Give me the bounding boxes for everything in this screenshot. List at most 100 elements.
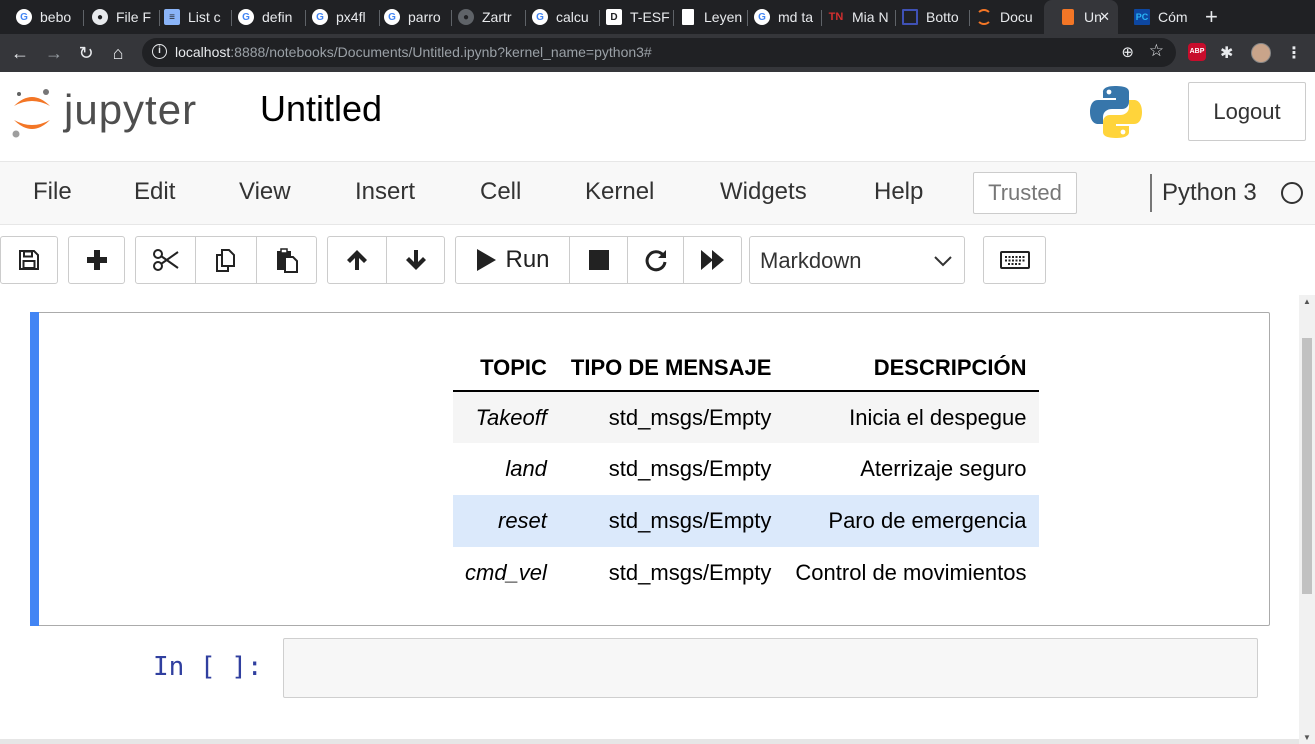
menu-widgets[interactable]: Widgets xyxy=(720,178,807,206)
notebook-name[interactable]: Untitled xyxy=(260,88,382,130)
browser-tab[interactable]: Docu xyxy=(960,0,1044,34)
chevron-down-icon xyxy=(934,256,952,267)
back-arrow-icon[interactable]: ← xyxy=(8,41,32,65)
kernel-idle-indicator-icon xyxy=(1281,182,1303,204)
github-icon: ● xyxy=(92,9,108,25)
zoom-icon[interactable]: ⊕ xyxy=(1121,43,1134,61)
home-icon[interactable]: ⌂ xyxy=(106,41,130,65)
table-cell: reset xyxy=(453,495,559,547)
notebook-container: TOPIC TIPO DE MENSAJE DESCRIPCIÓN Takeof… xyxy=(0,295,1299,744)
menu-view[interactable]: View xyxy=(239,178,291,206)
browser-tab[interactable]: TN Mia N xyxy=(812,0,896,34)
browser-menu-icon[interactable]: ⋮ xyxy=(1286,43,1302,63)
cell-type-value: Markdown xyxy=(760,248,862,273)
site-info-icon[interactable]: i xyxy=(152,44,167,59)
browser-tab[interactable]: Botto xyxy=(886,0,970,34)
menu-file[interactable]: File xyxy=(33,178,72,206)
save-icon xyxy=(19,250,39,270)
column-header: TIPO DE MENSAJE xyxy=(558,346,784,392)
insert-cell-button[interactable] xyxy=(68,236,125,284)
pc-icon: PC xyxy=(1134,9,1150,25)
url-text: localhost:8888/notebooks/Documents/Untit… xyxy=(175,44,652,60)
command-palette-button[interactable] xyxy=(983,236,1046,284)
markdown-cell-selected[interactable]: TOPIC TIPO DE MENSAJE DESCRIPCIÓN Takeof… xyxy=(30,312,1270,626)
table-row: Takeoff std_msgs/Empty Inicia el despegu… xyxy=(453,391,1039,443)
cell-selection-bar xyxy=(30,312,39,626)
scroll-down-icon[interactable]: ▼ xyxy=(1303,733,1311,742)
copy-button[interactable] xyxy=(195,236,257,284)
browser-tab-bar: G bebo ● File F ≡ List c G defin G px4fl… xyxy=(0,0,1315,34)
jupyter-icon xyxy=(976,9,992,25)
menu-edit[interactable]: Edit xyxy=(134,178,175,206)
bookmark-star-icon[interactable]: ☆ xyxy=(1149,41,1164,61)
browser-tab[interactable]: G md ta xyxy=(738,0,822,34)
browser-tab[interactable]: G bebo xyxy=(0,0,84,34)
browser-tab[interactable]: ≡ List c xyxy=(148,0,232,34)
table-header-row: TOPIC TIPO DE MENSAJE DESCRIPCIÓN xyxy=(453,346,1039,392)
move-down-button[interactable] xyxy=(386,236,445,284)
forward-arrow-icon[interactable]: → xyxy=(42,41,66,65)
menu-cell[interactable]: Cell xyxy=(480,178,521,206)
google-icon: G xyxy=(312,9,328,25)
browser-tab[interactable]: G parro xyxy=(368,0,452,34)
table-cell: Paro de emergencia xyxy=(783,495,1039,547)
move-up-button[interactable] xyxy=(327,236,387,284)
google-icon: G xyxy=(16,9,32,25)
browser-tab[interactable]: Leyen xyxy=(664,0,748,34)
table-cell: Inicia el despegue xyxy=(783,391,1039,443)
table-cell: std_msgs/Empty xyxy=(558,495,784,547)
extensions-icon[interactable]: ✱ xyxy=(1220,43,1233,63)
new-tab-icon[interactable]: + xyxy=(1205,4,1218,30)
paste-button[interactable] xyxy=(256,236,317,284)
bottom-edge xyxy=(0,739,1299,744)
table-cell: std_msgs/Empty xyxy=(608,560,772,585)
browser-tab[interactable]: ● Zartr xyxy=(442,0,526,34)
logout-button[interactable]: Logout xyxy=(1188,82,1306,141)
notebook-menubar: File Edit View Insert Cell Kernel Widget… xyxy=(0,161,1315,225)
cell-type-select[interactable]: Markdown xyxy=(749,236,965,284)
restart-kernel-button[interactable] xyxy=(627,236,684,284)
menu-kernel[interactable]: Kernel xyxy=(585,178,654,206)
interrupt-button[interactable] xyxy=(569,236,628,284)
menu-insert[interactable]: Insert xyxy=(355,178,415,206)
scrollbar-thumb[interactable] xyxy=(1302,338,1312,594)
jupyter-logo-icon[interactable] xyxy=(10,84,54,140)
table-cell: Control de movimientos xyxy=(795,560,1027,585)
scroll-up-icon[interactable]: ▲ xyxy=(1303,297,1311,306)
keyboard-icon xyxy=(999,251,1030,269)
save-button[interactable] xyxy=(0,236,58,284)
menu-help[interactable]: Help xyxy=(874,178,923,206)
google-icon: G xyxy=(238,9,254,25)
play-icon xyxy=(477,249,497,271)
browser-tab[interactable]: G defin xyxy=(222,0,306,34)
adblock-icon[interactable]: ABP xyxy=(1188,43,1206,61)
table-cell: std_msgs/Empty xyxy=(558,391,784,443)
vertical-scrollbar[interactable]: ▲ ▼ xyxy=(1299,295,1315,744)
browser-tab[interactable]: D T-ESF xyxy=(590,0,674,34)
table-cell: Takeoff xyxy=(453,391,559,443)
book-icon xyxy=(1062,9,1074,25)
cut-button[interactable] xyxy=(135,236,196,284)
python-logo-icon xyxy=(1090,86,1142,138)
address-bar[interactable]: i localhost:8888/notebooks/Documents/Unt… xyxy=(142,38,1176,67)
profile-avatar[interactable] xyxy=(1251,43,1271,63)
trusted-indicator[interactable]: Trusted xyxy=(973,172,1077,214)
table-cell: land xyxy=(505,456,547,481)
arrow-up-icon xyxy=(347,250,367,270)
column-header: DESCRIPCIÓN xyxy=(783,346,1039,392)
browser-tab[interactable]: G calcu xyxy=(516,0,600,34)
page-icon xyxy=(682,9,694,25)
restart-icon xyxy=(645,250,666,272)
reload-icon[interactable]: ↻ xyxy=(74,41,98,65)
close-tab-icon[interactable]: ✕ xyxy=(1099,9,1110,25)
run-button[interactable]: Run xyxy=(455,236,570,284)
notebook-toolbar: Run Markdown xyxy=(0,225,1315,295)
jupyter-header: jupyter Untitled Logout xyxy=(0,72,1315,161)
browser-tab[interactable]: PC Cóm xyxy=(1118,0,1198,34)
code-cell-input[interactable] xyxy=(283,638,1258,698)
browser-tab-active[interactable]: Un ✕ xyxy=(1044,0,1118,34)
paste-icon xyxy=(276,248,298,273)
arrow-down-icon xyxy=(405,250,426,270)
restart-run-all-button[interactable] xyxy=(683,236,742,284)
column-header: TOPIC xyxy=(453,346,559,392)
